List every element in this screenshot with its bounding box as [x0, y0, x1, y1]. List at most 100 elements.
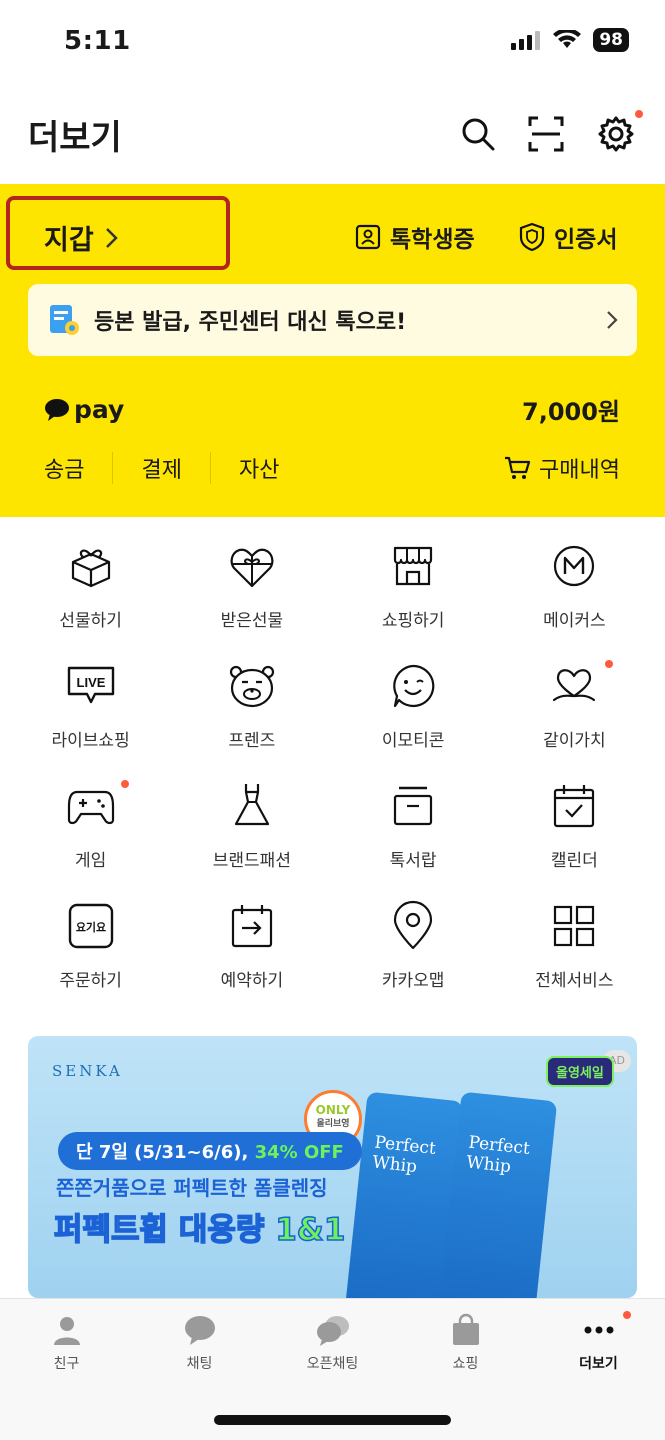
send-money-button[interactable]: 송금	[44, 452, 114, 484]
service-label: 캘린더	[550, 851, 598, 871]
services-grid: 선물하기 받은선물 쇼핑하기 메이커스 LIVE 라이브쇼핑 프렌즈 이모티콘 …	[10, 540, 655, 992]
calendar-icon	[554, 785, 595, 828]
payment-button[interactable]: 결제	[141, 452, 211, 484]
settings-gear-icon[interactable]	[596, 114, 636, 154]
tab-label: 친구	[53, 1356, 80, 1372]
assets-button[interactable]: 자산	[239, 452, 307, 484]
service-label: 같이가치	[543, 731, 606, 751]
wallet-title: 지갑	[44, 225, 94, 256]
ad-headline: 쫀쫀거품으로 퍼펙트한 폼클렌징	[56, 1176, 328, 1200]
gift-box-icon	[71, 549, 110, 588]
ad-brand: SENKA	[52, 1062, 123, 1080]
notification-dot	[622, 1311, 631, 1319]
ad-title: 퍼펙트휩 대용량 1&1	[53, 1204, 346, 1249]
open-chat-icon	[316, 1316, 349, 1346]
service-brand-fashion[interactable]: 브랜드패션	[171, 780, 332, 872]
dress-icon	[234, 784, 269, 826]
service-together[interactable]: 같이가치	[494, 660, 655, 752]
service-shopping[interactable]: 쇼핑하기	[333, 540, 494, 632]
ad-title-highlight: 대용량 1&1	[178, 1211, 346, 1249]
pay-actions: 송금 결제 자산 구매내역	[44, 452, 620, 484]
signal-icon	[511, 31, 541, 50]
service-calendar[interactable]: 캘린더	[494, 780, 655, 872]
status-bar: 5:11 98	[0, 0, 665, 90]
shield-icon	[519, 222, 545, 252]
ad-period-pill: 단 7일 (5/31~6/6), 34% OFF	[58, 1132, 362, 1170]
ad-event-tag: 올영세일	[546, 1056, 614, 1087]
service-order[interactable]: 요기요 주문하기	[10, 900, 171, 992]
service-label: 라이브쇼핑	[51, 731, 130, 751]
service-friends[interactable]: 프렌즈	[171, 660, 332, 752]
service-makers[interactable]: 메이커스	[494, 540, 655, 632]
service-received-gift[interactable]: 받은선물	[171, 540, 332, 632]
friends-character-icon	[229, 665, 274, 708]
home-indicator[interactable]	[214, 1415, 451, 1425]
makers-icon	[554, 545, 595, 587]
id-card-icon	[355, 224, 381, 250]
search-icon[interactable]	[458, 114, 498, 154]
scan-icon[interactable]	[526, 114, 566, 154]
status-icons: 98	[511, 28, 629, 52]
chevron-right-icon	[105, 227, 118, 248]
service-label: 프렌즈	[228, 731, 276, 751]
emoticon-icon	[393, 664, 435, 708]
tab-label: 채팅	[186, 1356, 213, 1372]
tab-chats[interactable]: 채팅	[150, 1313, 250, 1373]
notification-dot	[121, 780, 130, 788]
wallet-title-link[interactable]: 지갑	[44, 218, 120, 257]
kakao-pay-logo: pay	[44, 395, 124, 424]
pay-balance[interactable]: 7,000원	[522, 392, 620, 427]
speech-bubble-icon	[45, 398, 69, 421]
service-label: 받은선물	[220, 611, 284, 631]
ad-only-sub: 올리브영	[316, 1119, 350, 1129]
tube-text: Perfect Whip	[371, 1132, 437, 1178]
service-label: 카카오맵	[381, 971, 445, 991]
student-id-link[interactable]: 톡학생증	[354, 220, 475, 254]
status-time: 5:11	[64, 26, 131, 56]
service-label: 브랜드패션	[212, 851, 291, 871]
service-talk-drawer[interactable]: 톡서랍	[333, 780, 494, 872]
tab-more[interactable]: 더보기	[549, 1311, 649, 1373]
purchase-history-button[interactable]: 구매내역	[503, 452, 620, 484]
settings-notification-dot	[635, 110, 643, 118]
pay-row[interactable]: pay 7,000원	[44, 392, 620, 427]
map-pin-icon	[394, 900, 433, 950]
service-reservation[interactable]: 예약하기	[171, 900, 332, 992]
battery-indicator: 98	[593, 28, 629, 52]
service-kakao-map[interactable]: 카카오맵	[333, 900, 494, 992]
service-gift[interactable]: 선물하기	[10, 540, 171, 632]
tab-open-chat[interactable]: 오픈채팅	[283, 1313, 383, 1373]
cart-icon	[505, 456, 531, 479]
more-dots-icon	[584, 1326, 613, 1334]
service-emoticon[interactable]: 이모티콘	[333, 660, 494, 752]
tab-label: 오픈채팅	[306, 1356, 359, 1372]
service-label: 메이커스	[543, 611, 606, 631]
service-all[interactable]: 전체서비스	[494, 900, 655, 992]
service-label: 이모티콘	[381, 731, 445, 751]
ad-only-label: ONLY	[315, 1103, 351, 1117]
document-issue-banner[interactable]: 등본 발급, 주민센터 대신 톡으로!	[28, 284, 637, 356]
tab-label: 더보기	[579, 1356, 618, 1372]
chat-bubble-icon	[184, 1316, 215, 1345]
service-game[interactable]: 게임	[10, 780, 171, 872]
service-label: 예약하기	[220, 971, 284, 991]
tab-friends[interactable]: 친구	[17, 1313, 117, 1373]
document-icon	[50, 305, 79, 335]
service-live-shopping[interactable]: LIVE 라이브쇼핑	[10, 660, 171, 752]
person-icon	[53, 1317, 80, 1345]
together-heart-icon	[553, 669, 596, 702]
wifi-icon	[553, 30, 582, 48]
banner-text: 등본 발급, 주민센터 대신 톡으로!	[94, 310, 407, 335]
wallet-section: 지갑 톡학생증 인증서 등본 발급, 주민센터 대신 톡으로! pay 7,00…	[0, 184, 665, 517]
service-label: 주문하기	[59, 971, 122, 991]
all-services-icon	[554, 905, 595, 947]
header: 더보기	[0, 90, 665, 184]
certificate-link[interactable]: 인증서	[518, 220, 617, 254]
tab-label: 쇼핑	[452, 1356, 479, 1372]
tab-shopping[interactable]: 쇼핑	[416, 1313, 516, 1373]
purchase-history-label: 구매내역	[539, 458, 620, 483]
svg-text:LIVE: LIVE	[76, 675, 105, 690]
ad-banner[interactable]: SENKA AD 올영세일 ONLY 올리브영 Perfect Whip Per…	[28, 1036, 637, 1298]
ad-discount: 34% OFF	[254, 1142, 344, 1163]
page-title: 더보기	[28, 118, 122, 158]
